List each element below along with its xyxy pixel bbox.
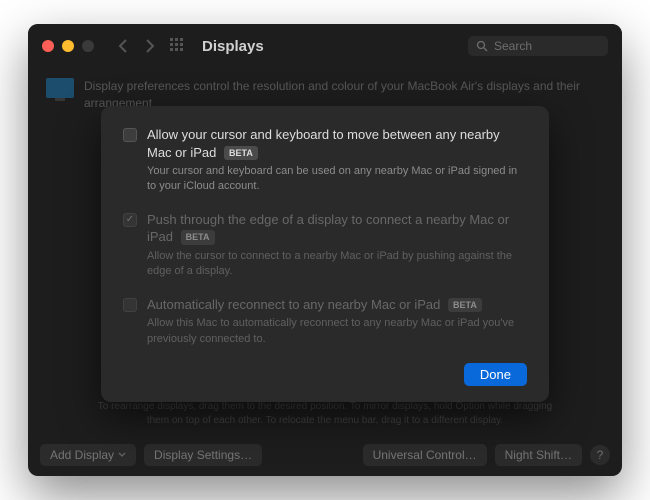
night-shift-button[interactable]: Night Shift… [495, 444, 582, 466]
search-placeholder: Search [494, 39, 532, 53]
search-icon [476, 40, 488, 52]
preferences-window: Displays Search Display preferences cont… [28, 24, 622, 476]
bottom-toolbar: Add Display Display Settings… Universal … [40, 444, 610, 466]
grid-icon [170, 38, 186, 54]
show-all-button[interactable] [168, 36, 188, 56]
option-description: Your cursor and keyboard can be used on … [147, 164, 527, 195]
option-description: Allow the cursor to connect to a nearby … [147, 249, 527, 280]
display-settings-button[interactable]: Display Settings… [144, 444, 262, 466]
titlebar: Displays Search [28, 24, 622, 68]
sheet-footer: Done [123, 363, 527, 386]
beta-badge: BETA [448, 298, 482, 312]
option-auto-reconnect: Automatically reconnect to any nearby Ma… [123, 296, 527, 347]
zoom-window-button[interactable] [82, 40, 94, 52]
window-controls [42, 40, 94, 52]
beta-badge: BETA [224, 146, 258, 160]
checkbox-push-through-edge [123, 213, 137, 227]
display-icon [46, 78, 74, 98]
option-title: Push through the edge of a display to co… [147, 211, 527, 246]
forward-button[interactable] [140, 36, 160, 56]
back-button[interactable] [112, 36, 132, 56]
arrangement-hint: To rearrange displays, drag them to the … [28, 400, 622, 428]
window-title: Displays [202, 38, 264, 55]
universal-control-sheet: Allow your cursor and keyboard to move b… [101, 106, 549, 402]
search-field[interactable]: Search [468, 36, 608, 56]
option-title: Automatically reconnect to any nearby Ma… [147, 296, 527, 314]
option-allow-cursor-keyboard: Allow your cursor and keyboard to move b… [123, 126, 527, 195]
option-description: Allow this Mac to automatically reconnec… [147, 316, 527, 347]
chevron-down-icon [118, 452, 126, 458]
done-button[interactable]: Done [464, 363, 527, 386]
add-display-button[interactable]: Add Display [40, 444, 136, 466]
checkbox-allow-cursor-keyboard[interactable] [123, 128, 137, 142]
minimize-window-button[interactable] [62, 40, 74, 52]
universal-control-button[interactable]: Universal Control… [363, 444, 487, 466]
help-button[interactable]: ? [590, 445, 610, 465]
checkbox-auto-reconnect [123, 298, 137, 312]
option-title: Allow your cursor and keyboard to move b… [147, 126, 527, 161]
beta-badge: BETA [181, 230, 215, 244]
close-window-button[interactable] [42, 40, 54, 52]
option-push-through-edge: Push through the edge of a display to co… [123, 211, 527, 280]
